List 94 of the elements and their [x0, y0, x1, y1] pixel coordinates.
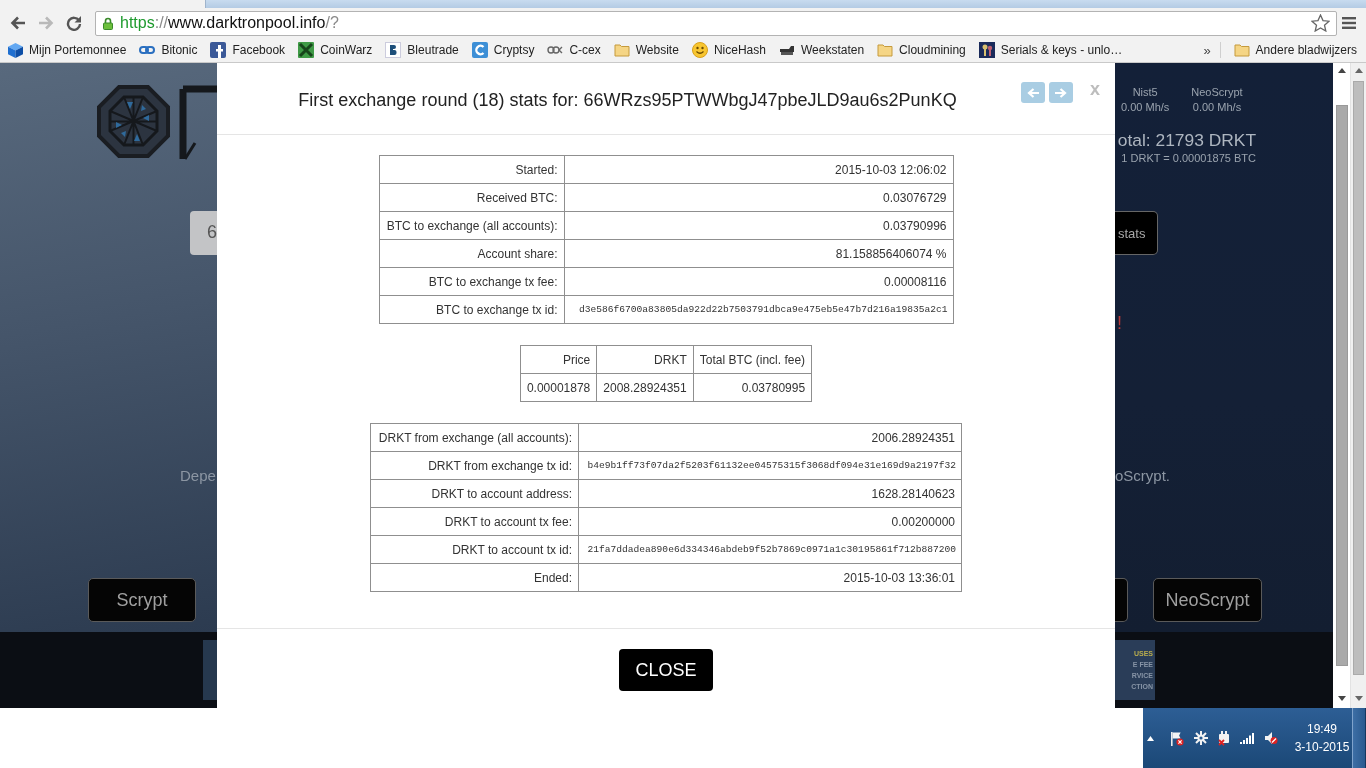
bookmark[interactable]: Cloudmining: [877, 43, 966, 57]
caret-up-icon[interactable]: [1147, 735, 1154, 741]
close-button[interactable]: CLOSE: [619, 649, 713, 691]
arrow-right-icon: [1055, 87, 1067, 98]
table-label: DRKT from exchange (all accounts):: [370, 423, 579, 452]
algorithm-label: Nist5: [1132, 85, 1158, 100]
tile-icon: [471, 42, 488, 58]
bookmark[interactable]: C-cex: [547, 43, 601, 57]
table-cell: 0.00200000: [578, 507, 962, 536]
bookmark[interactable]: Facebook: [210, 42, 286, 58]
overflow-chevron[interactable]: »: [1203, 42, 1211, 58]
table-label: DRKT from exchange tx id:: [370, 451, 579, 480]
modal-title: First exchange round (18) stats for: 66WRzs95PTWWbgJ47pbeJLD9au6s2PunKQ: [297, 90, 958, 111]
scrollbar[interactable]: [1350, 63, 1366, 708]
table-cell: 2008.28924351: [596, 373, 694, 402]
show-desktop-button[interactable]: [1352, 708, 1366, 768]
algorithm-button[interactable]: Scrypt: [88, 578, 196, 622]
table-cell: 0.03790996: [564, 211, 953, 240]
clock-date[interactable]: 3-10-2015: [1294, 738, 1350, 756]
pool-total: otal: 21793 DRKT: [1117, 130, 1256, 151]
arrow-left-icon: [1027, 87, 1039, 98]
table-cell: 81.158856406074 %: [564, 239, 953, 268]
table-label: Ended:: [370, 563, 579, 592]
keys-icon: [978, 42, 995, 58]
table-label: DRKT to account tx fee:: [370, 507, 579, 536]
algorithm-button[interactable]: NeoScrypt: [1153, 578, 1262, 622]
table-label: DRKT to account tx id:: [370, 535, 579, 564]
cross-emblem-icon: [298, 42, 315, 58]
table-label: BTC to exchange tx fee:: [379, 267, 564, 296]
hashrate-value: 0.00 Mh/s: [1192, 100, 1242, 115]
reload-icon[interactable]: [66, 15, 82, 31]
back-arrow-icon[interactable]: [10, 16, 26, 30]
table-cell: 0.03076729: [564, 183, 953, 212]
table-label: Started:: [379, 155, 564, 184]
tile-icon: [385, 42, 402, 58]
smiley-icon: [691, 42, 708, 58]
bookmark[interactable]: Weekstaten: [778, 43, 865, 57]
column-header: Total BTC (incl. fee): [693, 345, 812, 374]
cube-icon: [8, 42, 23, 58]
signal-bars-icon[interactable]: [1240, 732, 1254, 744]
page-text: oScrypt.: [1115, 467, 1171, 485]
algorithm-button[interactable]: [1115, 578, 1128, 622]
alert-mark: !: [1117, 313, 1122, 334]
hash-cell: 21fa7ddadea890e6d334346abdeb9f52b7869c0971a1c30195861f712b887200: [578, 535, 962, 564]
rings-icon: [547, 46, 564, 54]
table-cell: 0.03780995: [693, 373, 812, 402]
menu-icon[interactable]: [1342, 17, 1356, 29]
star-icon[interactable]: [1311, 14, 1330, 32]
stats-button[interactable]: stats: [1115, 211, 1158, 255]
chain-link-icon: [139, 46, 156, 54]
bookmark[interactable]: CoinWarz: [298, 42, 373, 58]
table-cell: 0.00008116: [564, 267, 953, 296]
scrollbar-thumb[interactable]: [1353, 81, 1364, 675]
table-cell: 2015-10-03 12:06:02: [564, 155, 953, 184]
table-label: BTC to exchange (all accounts):: [379, 211, 564, 240]
flag-icon[interactable]: [1170, 730, 1184, 746]
column-header: DRKT: [596, 345, 694, 374]
table-cell: 1628.28140623: [578, 479, 962, 508]
folder-icon: [1233, 43, 1250, 57]
table-cell: 2015-10-03 13:36:01: [578, 563, 962, 592]
hashrate-value: 0.00 Mh/s: [1121, 100, 1170, 115]
page-text: Depe: [180, 467, 216, 485]
device-icon: [778, 45, 795, 55]
folder-icon: [877, 43, 894, 57]
lock-icon: [103, 16, 113, 30]
bookmark[interactable]: Website: [613, 43, 679, 57]
table-label: Account share:: [379, 239, 564, 268]
table-cell: 2006.28924351: [578, 423, 962, 452]
table-label: DRKT to account address:: [370, 479, 579, 508]
tile-icon: [210, 42, 227, 58]
plug-icon[interactable]: [1218, 730, 1230, 746]
bookmark[interactable]: Mijn Portemonnee: [8, 42, 127, 58]
scrollbar-thumb[interactable]: [1335, 105, 1348, 666]
banner-image: [203, 640, 217, 700]
hash-cell: d3e586f6700a83805da922d22b7503791dbca9e475eb5e47b7d216a19835a2c1: [564, 295, 953, 324]
folder-icon: [613, 43, 630, 57]
hash-cell: b4e9b1ff73f07da2f5203f61132ee04575315f3068df094e31e169d9a2197f32: [578, 451, 962, 480]
table-cell: 0.00001878: [520, 373, 597, 402]
algorithm-label: NeoScrypt: [1191, 85, 1243, 100]
bookmark[interactable]: Bleutrade: [385, 42, 459, 58]
bookmark[interactable]: Serials & keys - unlo…: [978, 42, 1123, 58]
clock-time[interactable]: 19:49: [1307, 720, 1337, 738]
bookmark[interactable]: Andere bladwijzers: [1233, 43, 1357, 57]
table-label: BTC to exchange tx id:: [379, 295, 564, 324]
address-bar[interactable]: https://www.darktronpool.info/?: [95, 10, 1337, 36]
exchange-rate: 1 DRKT = 0.00001875 BTC: [1121, 151, 1256, 165]
address-field[interactable]: 6: [190, 211, 217, 255]
bookmark[interactable]: Cryptsy: [471, 42, 535, 58]
bookmark[interactable]: NiceHash: [691, 42, 766, 58]
bookmark[interactable]: Bitonic: [139, 43, 198, 57]
column-header: Price: [520, 345, 597, 374]
table-label: Received BTC:: [379, 183, 564, 212]
gear-icon[interactable]: [1194, 731, 1208, 745]
speaker-muted-icon[interactable]: [1264, 731, 1278, 745]
